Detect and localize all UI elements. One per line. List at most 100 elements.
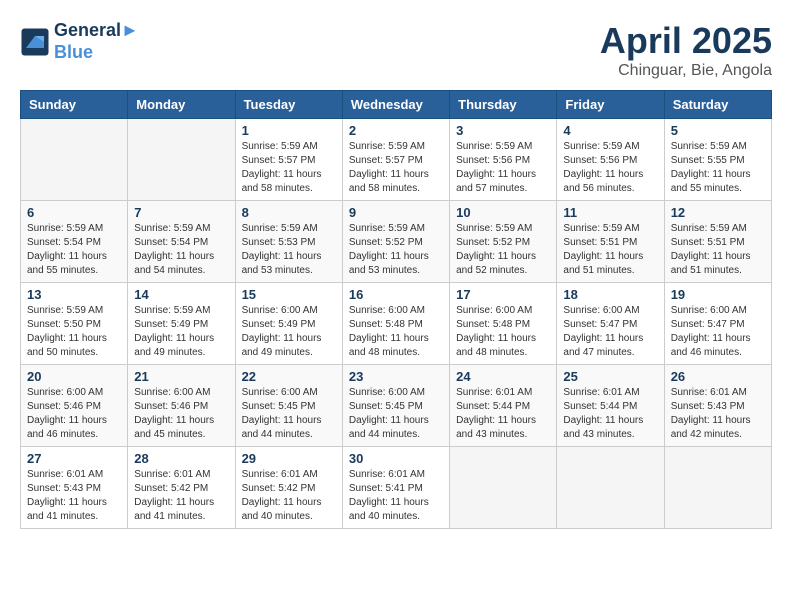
day-number: 10 — [456, 205, 550, 220]
day-number: 11 — [563, 205, 657, 220]
day-info: Sunrise: 5:59 AM Sunset: 5:52 PM Dayligh… — [349, 222, 443, 278]
day-number: 26 — [671, 369, 765, 384]
day-info: Sunrise: 5:59 AM Sunset: 5:54 PM Dayligh… — [134, 222, 228, 278]
calendar-day-cell: 27 Sunrise: 6:01 AM Sunset: 5:43 PM Dayli… — [21, 447, 128, 529]
calendar-day-cell: 12 Sunrise: 5:59 AM Sunset: 5:51 PM Dayli… — [664, 201, 771, 283]
day-info: Sunrise: 6:01 AM Sunset: 5:43 PM Dayligh… — [27, 468, 121, 524]
day-number: 9 — [349, 205, 443, 220]
calendar-day-cell: 24 Sunrise: 6:01 AM Sunset: 5:44 PM Dayli… — [450, 365, 557, 447]
day-info: Sunrise: 5:59 AM Sunset: 5:55 PM Dayligh… — [671, 140, 765, 196]
calendar-week-row: 6 Sunrise: 5:59 AM Sunset: 5:54 PM Daylig… — [21, 201, 772, 283]
calendar-day-cell: 20Sunrise: 6:00 AM Sunset: 5:46 PM Dayli… — [21, 365, 128, 447]
day-info: Sunrise: 5:59 AM Sunset: 5:50 PM Dayligh… — [27, 304, 121, 360]
day-info: Sunrise: 6:01 AM Sunset: 5:41 PM Dayligh… — [349, 468, 443, 524]
day-info: Sunrise: 6:00 AM Sunset: 5:47 PM Dayligh… — [671, 304, 765, 360]
calendar-day-cell: 29Sunrise: 6:01 AM Sunset: 5:42 PM Dayli… — [235, 447, 342, 529]
day-number: 2 — [349, 123, 443, 138]
calendar-day-cell — [664, 447, 771, 529]
subtitle: Chinguar, Bie, Angola — [600, 62, 772, 80]
day-info: Sunrise: 5:59 AM Sunset: 5:49 PM Dayligh… — [134, 304, 228, 360]
calendar-week-row: 27 Sunrise: 6:01 AM Sunset: 5:43 PM Dayli… — [21, 447, 772, 529]
calendar-day-cell: 3 Sunrise: 5:59 AM Sunset: 5:56 PM Daylig… — [450, 119, 557, 201]
day-info: Sunrise: 5:59 AM Sunset: 5:51 PM Dayligh… — [563, 222, 657, 278]
calendar-day-cell: 23 Sunrise: 6:00 AM Sunset: 5:45 PM Dayli… — [342, 365, 449, 447]
day-info: Sunrise: 6:00 AM Sunset: 5:45 PM Dayligh… — [349, 386, 443, 442]
calendar-day-cell — [450, 447, 557, 529]
calendar-day-cell: 14 Sunrise: 5:59 AM Sunset: 5:49 PM Dayli… — [128, 283, 235, 365]
calendar-day-cell: 5 Sunrise: 5:59 AM Sunset: 5:55 PM Daylig… — [664, 119, 771, 201]
calendar-day-cell: 13 Sunrise: 5:59 AM Sunset: 5:50 PM Dayli… — [21, 283, 128, 365]
day-info: Sunrise: 6:00 AM Sunset: 5:48 PM Dayligh… — [456, 304, 550, 360]
calendar-day-cell: 26 Sunrise: 6:01 AM Sunset: 5:43 PM Dayli… — [664, 365, 771, 447]
calendar-day-cell: 6 Sunrise: 5:59 AM Sunset: 5:54 PM Daylig… — [21, 201, 128, 283]
day-info: Sunrise: 6:01 AM Sunset: 5:42 PM Dayligh… — [242, 468, 336, 524]
day-info: Sunrise: 5:59 AM Sunset: 5:53 PM Dayligh… — [242, 222, 336, 278]
day-number: 27 — [27, 451, 121, 466]
calendar-day-cell: 28 Sunrise: 6:01 AM Sunset: 5:42 PM Dayli… — [128, 447, 235, 529]
day-info: Sunrise: 6:01 AM Sunset: 5:43 PM Dayligh… — [671, 386, 765, 442]
calendar-body: 1Sunrise: 5:59 AM Sunset: 5:57 PM Daylig… — [21, 119, 772, 529]
calendar-day-cell: 17 Sunrise: 6:00 AM Sunset: 5:48 PM Dayli… — [450, 283, 557, 365]
day-info: Sunrise: 5:59 AM Sunset: 5:56 PM Dayligh… — [563, 140, 657, 196]
calendar-day-cell: 22 Sunrise: 6:00 AM Sunset: 5:45 PM Dayli… — [235, 365, 342, 447]
logo-icon — [20, 27, 50, 57]
calendar-header-row: SundayMondayTuesdayWednesdayThursdayFrid… — [21, 91, 772, 119]
calendar-day-cell: 15Sunrise: 6:00 AM Sunset: 5:49 PM Dayli… — [235, 283, 342, 365]
day-number: 16 — [349, 287, 443, 302]
calendar-day-cell: 25Sunrise: 6:01 AM Sunset: 5:44 PM Dayli… — [557, 365, 664, 447]
header: General► Blue April 2025 Chinguar, Bie, … — [20, 20, 772, 80]
day-number: 20 — [27, 369, 121, 384]
day-number: 1 — [242, 123, 336, 138]
day-number: 28 — [134, 451, 228, 466]
day-number: 7 — [134, 205, 228, 220]
calendar-header-cell: Saturday — [664, 91, 771, 119]
calendar-day-cell: 21Sunrise: 6:00 AM Sunset: 5:46 PM Dayli… — [128, 365, 235, 447]
day-info: Sunrise: 5:59 AM Sunset: 5:52 PM Dayligh… — [456, 222, 550, 278]
day-info: Sunrise: 5:59 AM Sunset: 5:56 PM Dayligh… — [456, 140, 550, 196]
day-number: 23 — [349, 369, 443, 384]
calendar-day-cell: 10 Sunrise: 5:59 AM Sunset: 5:52 PM Dayli… — [450, 201, 557, 283]
day-number: 24 — [456, 369, 550, 384]
day-number: 14 — [134, 287, 228, 302]
day-info: Sunrise: 5:59 AM Sunset: 5:51 PM Dayligh… — [671, 222, 765, 278]
calendar-week-row: 1Sunrise: 5:59 AM Sunset: 5:57 PM Daylig… — [21, 119, 772, 201]
calendar-week-row: 20Sunrise: 6:00 AM Sunset: 5:46 PM Dayli… — [21, 365, 772, 447]
day-number: 3 — [456, 123, 550, 138]
calendar-day-cell: 7 Sunrise: 5:59 AM Sunset: 5:54 PM Daylig… — [128, 201, 235, 283]
day-info: Sunrise: 5:59 AM Sunset: 5:54 PM Dayligh… — [27, 222, 121, 278]
title-area: April 2025 Chinguar, Bie, Angola — [600, 20, 772, 80]
day-info: Sunrise: 6:00 AM Sunset: 5:47 PM Dayligh… — [563, 304, 657, 360]
day-info: Sunrise: 6:00 AM Sunset: 5:49 PM Dayligh… — [242, 304, 336, 360]
calendar-day-cell: 9 Sunrise: 5:59 AM Sunset: 5:52 PM Daylig… — [342, 201, 449, 283]
day-number: 17 — [456, 287, 550, 302]
calendar-day-cell — [557, 447, 664, 529]
calendar-day-cell: 8 Sunrise: 5:59 AM Sunset: 5:53 PM Daylig… — [235, 201, 342, 283]
calendar-day-cell: 19 Sunrise: 6:00 AM Sunset: 5:47 PM Dayli… — [664, 283, 771, 365]
calendar-day-cell — [21, 119, 128, 201]
calendar-header-cell: Sunday — [21, 91, 128, 119]
day-number: 6 — [27, 205, 121, 220]
day-info: Sunrise: 6:01 AM Sunset: 5:44 PM Dayligh… — [456, 386, 550, 442]
day-number: 18 — [563, 287, 657, 302]
day-number: 19 — [671, 287, 765, 302]
day-info: Sunrise: 6:01 AM Sunset: 5:44 PM Dayligh… — [563, 386, 657, 442]
day-info: Sunrise: 6:00 AM Sunset: 5:45 PM Dayligh… — [242, 386, 336, 442]
day-number: 21 — [134, 369, 228, 384]
day-number: 13 — [27, 287, 121, 302]
day-number: 22 — [242, 369, 336, 384]
day-info: Sunrise: 6:00 AM Sunset: 5:48 PM Dayligh… — [349, 304, 443, 360]
calendar-day-cell: 1Sunrise: 5:59 AM Sunset: 5:57 PM Daylig… — [235, 119, 342, 201]
day-number: 30 — [349, 451, 443, 466]
month-title: April 2025 — [600, 20, 772, 62]
day-number: 5 — [671, 123, 765, 138]
calendar-day-cell — [128, 119, 235, 201]
day-number: 8 — [242, 205, 336, 220]
calendar-day-cell: 11 Sunrise: 5:59 AM Sunset: 5:51 PM Dayli… — [557, 201, 664, 283]
day-number: 12 — [671, 205, 765, 220]
calendar-header-cell: Friday — [557, 91, 664, 119]
calendar-header-cell: Tuesday — [235, 91, 342, 119]
calendar-day-cell: 18 Sunrise: 6:00 AM Sunset: 5:47 PM Dayli… — [557, 283, 664, 365]
calendar-day-cell: 16 Sunrise: 6:00 AM Sunset: 5:48 PM Dayli… — [342, 283, 449, 365]
calendar-day-cell: 30 Sunrise: 6:01 AM Sunset: 5:41 PM Dayli… — [342, 447, 449, 529]
day-info: Sunrise: 6:01 AM Sunset: 5:42 PM Dayligh… — [134, 468, 228, 524]
